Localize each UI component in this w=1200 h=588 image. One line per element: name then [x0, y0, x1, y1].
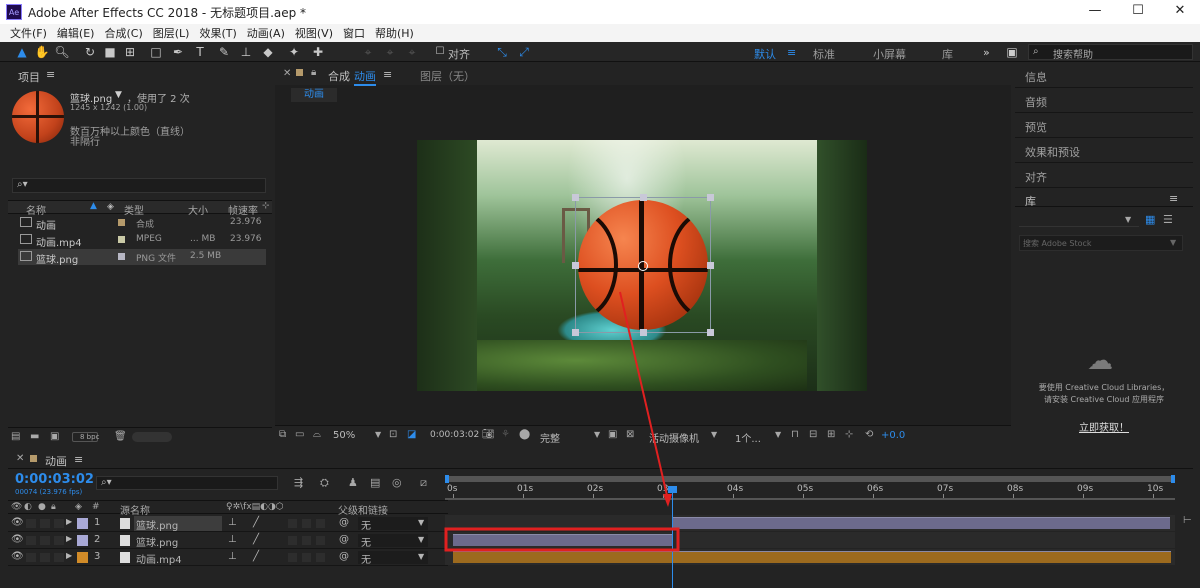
annotation-arrowhead	[663, 494, 672, 507]
annotation-arrow-line	[619, 291, 669, 501]
annotation-overlay	[444, 291, 680, 552]
annotation-highlight-box	[444, 527, 680, 552]
